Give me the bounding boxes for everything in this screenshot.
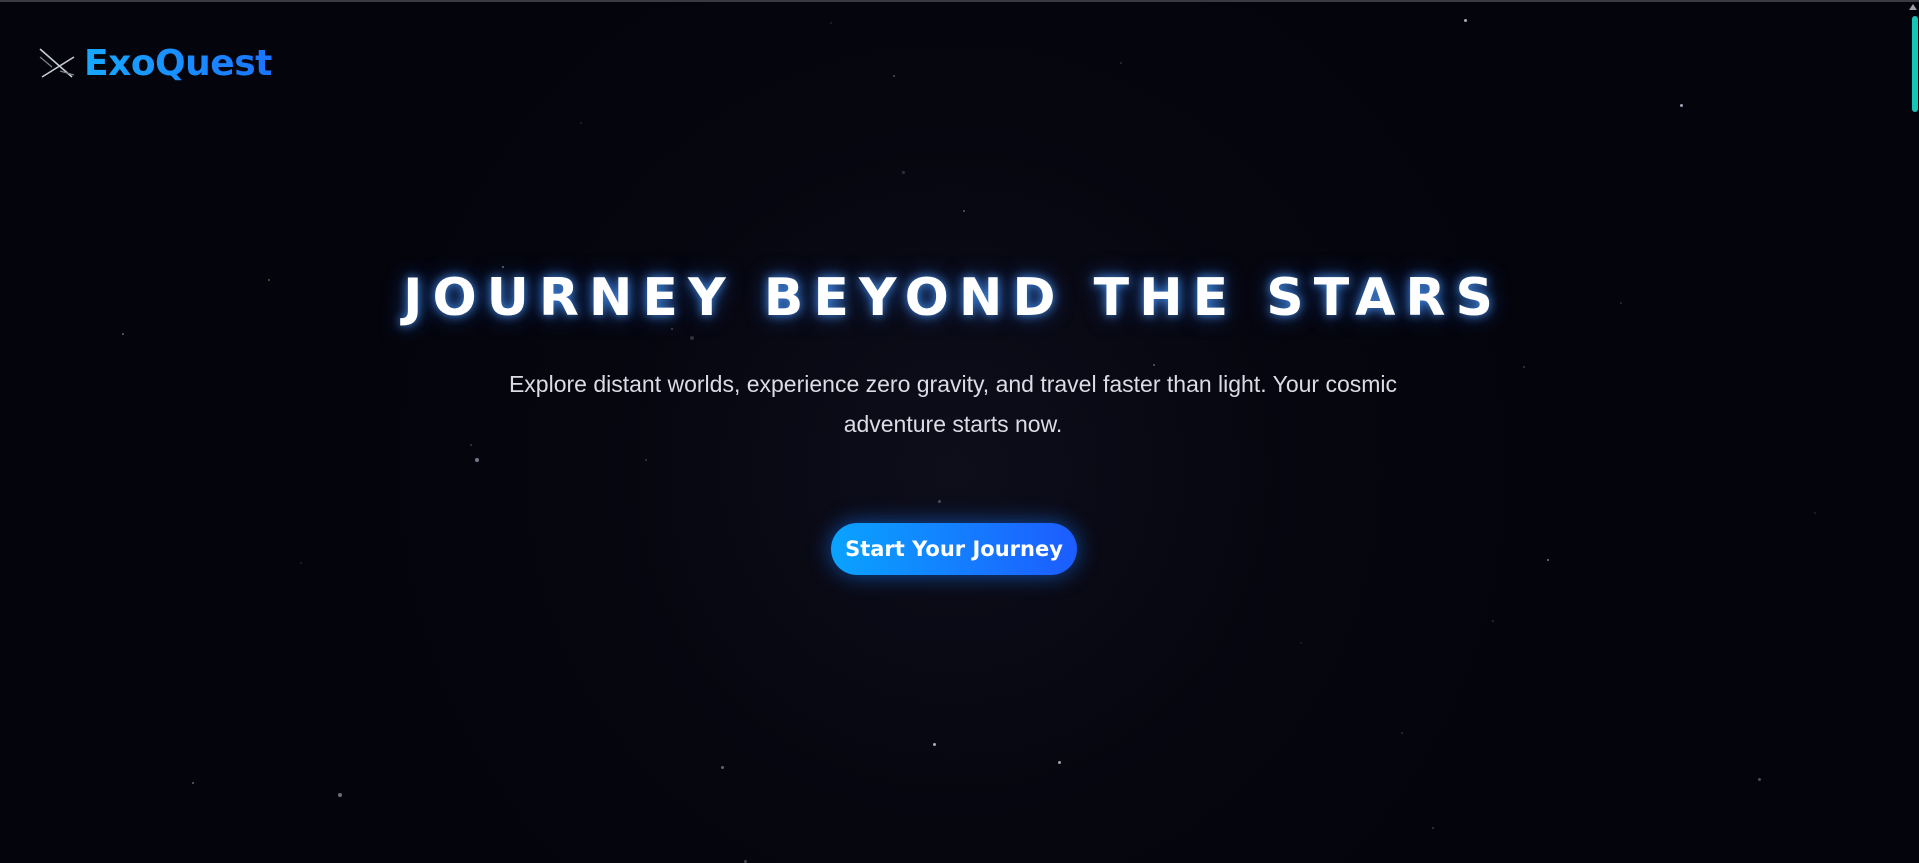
star bbox=[902, 171, 905, 174]
brand-name[interactable]: ExoQuest bbox=[84, 42, 272, 86]
star bbox=[1814, 512, 1816, 514]
star bbox=[1758, 778, 1761, 781]
star bbox=[1432, 827, 1434, 829]
crossed-spaceship-icon bbox=[39, 48, 75, 78]
star bbox=[122, 333, 124, 335]
star bbox=[1401, 732, 1403, 734]
hero-subtitle: Explore distant worlds, experience zero … bbox=[508, 371, 1398, 437]
star bbox=[580, 122, 582, 124]
star bbox=[1464, 19, 1467, 22]
page: ExoQuest JOURNEY BEYOND THE STARS Explor… bbox=[0, 0, 1919, 863]
star bbox=[338, 793, 342, 797]
scrollbar[interactable] bbox=[1909, 2, 1919, 863]
star bbox=[1680, 104, 1683, 107]
scroll-up-arrow-icon[interactable] bbox=[1909, 4, 1917, 10]
star bbox=[830, 22, 832, 24]
hero-title: JOURNEY BEYOND THE STARS bbox=[403, 268, 1503, 328]
star bbox=[690, 336, 694, 340]
star bbox=[1547, 559, 1549, 561]
star bbox=[300, 562, 302, 564]
star bbox=[470, 444, 472, 446]
logo[interactable]: ExoQuest bbox=[38, 42, 272, 86]
star bbox=[1523, 366, 1525, 368]
star bbox=[933, 743, 936, 746]
star bbox=[1058, 761, 1061, 764]
star bbox=[1300, 642, 1302, 644]
scrollbar-thumb[interactable] bbox=[1912, 16, 1918, 112]
star bbox=[1120, 62, 1122, 64]
star bbox=[963, 210, 965, 212]
star bbox=[475, 458, 479, 462]
star bbox=[192, 782, 194, 784]
start-journey-button[interactable]: Start Your Journey bbox=[831, 523, 1077, 575]
star bbox=[1492, 620, 1494, 622]
star bbox=[721, 766, 724, 769]
star bbox=[893, 75, 895, 77]
star bbox=[645, 459, 647, 461]
star bbox=[938, 500, 941, 503]
